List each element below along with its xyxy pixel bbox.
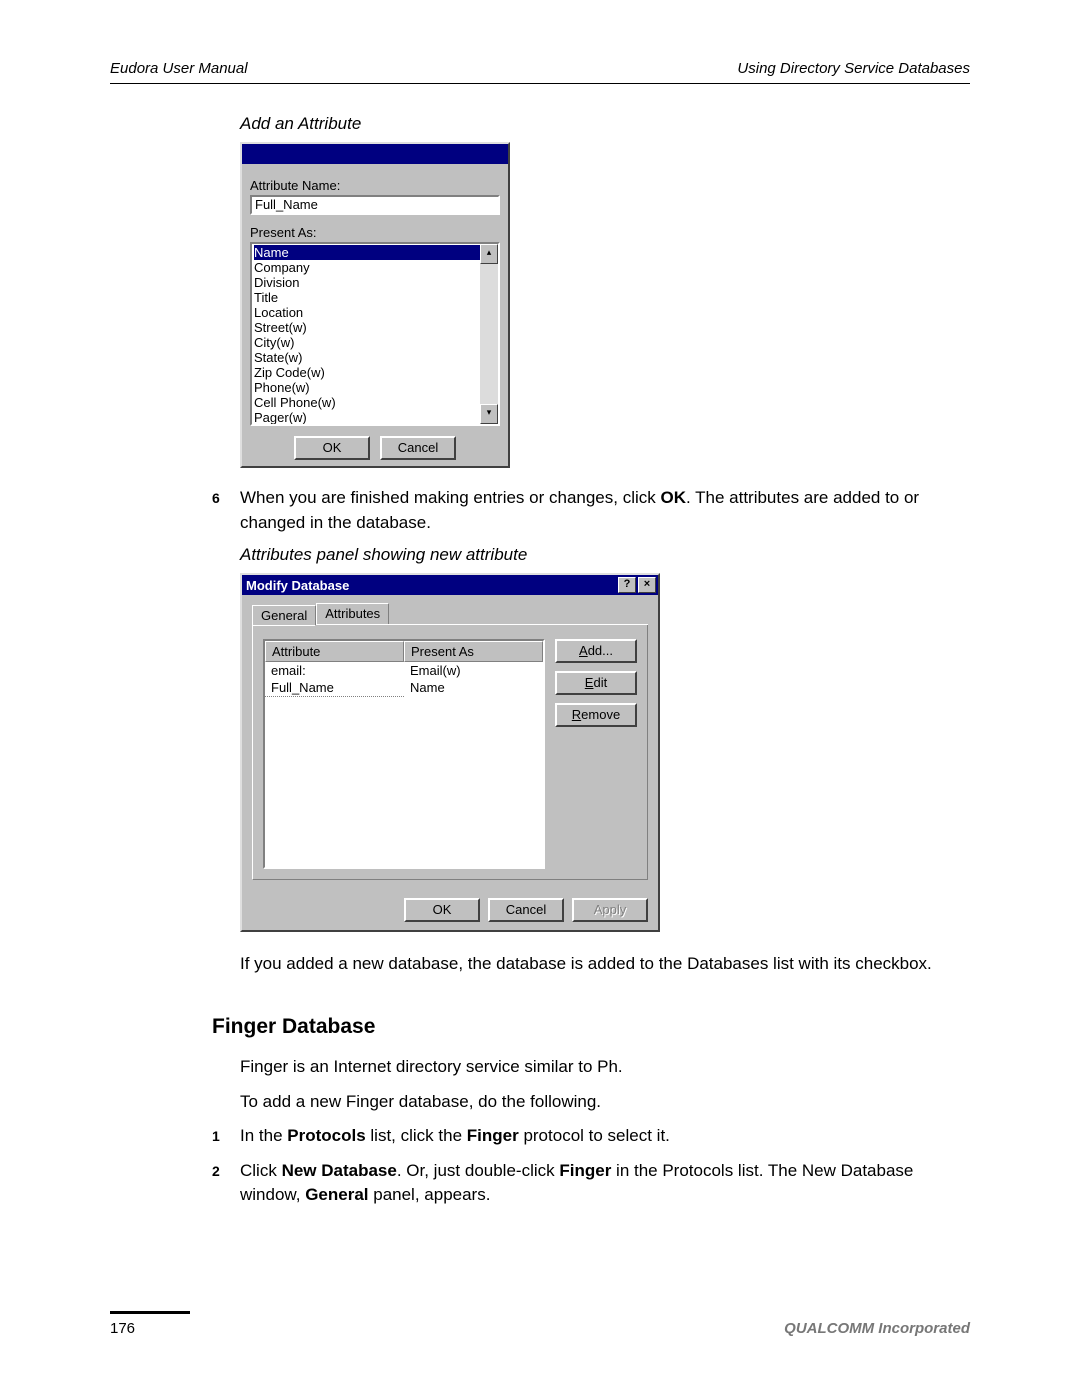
col-present-as[interactable]: Present As — [404, 641, 543, 662]
help-icon[interactable]: ? — [618, 577, 636, 593]
step-2: 2 Click New Database. Or, just double-cl… — [240, 1159, 970, 1208]
list-item[interactable]: Cell Phone(w) — [254, 395, 480, 410]
caption-attributes-panel: Attributes panel showing new attribute — [240, 545, 970, 565]
footer-corp: QUALCOMM Incorporated — [784, 1320, 970, 1337]
header-left: Eudora User Manual — [110, 60, 248, 77]
list-item[interactable]: Title — [254, 290, 480, 305]
list-item[interactable]: Name — [254, 245, 480, 260]
list-item[interactable]: Location — [254, 305, 480, 320]
dialog-title: Modify Database — [246, 578, 349, 593]
table-row[interactable]: Full_Name Name — [265, 679, 543, 697]
attributes-list[interactable]: Attribute Present As email: Email(w) Ful… — [263, 639, 545, 869]
page-number: 176 — [110, 1320, 135, 1337]
cancel-button[interactable]: Cancel — [380, 436, 456, 460]
list-item[interactable]: Street(w) — [254, 320, 480, 335]
step-1: 1 In the Protocols list, click the Finge… — [240, 1124, 970, 1149]
edit-button[interactable]: Edit — [555, 671, 637, 695]
scroll-down-icon[interactable]: ▾ — [480, 404, 498, 424]
ok-button[interactable]: OK — [404, 898, 480, 922]
tab-attributes[interactable]: Attributes — [316, 603, 389, 624]
scroll-up-icon[interactable]: ▴ — [480, 244, 498, 264]
dialog-titlebar: Modify Database ? × — [242, 575, 658, 595]
paragraph: If you added a new database, the databas… — [240, 952, 970, 977]
scrollbar[interactable]: ▴ ▾ — [480, 244, 498, 424]
caption-add-attribute: Add an Attribute — [240, 114, 970, 134]
list-item[interactable]: City(w) — [254, 335, 480, 350]
tab-strip: General Attributes — [252, 603, 648, 625]
paragraph: Finger is an Internet directory service … — [240, 1055, 970, 1080]
page-footer: 176 QUALCOMM Incorporated — [110, 1311, 970, 1337]
table-row[interactable]: email: Email(w) — [265, 662, 543, 679]
tab-general[interactable]: General — [252, 605, 316, 626]
close-icon[interactable]: × — [638, 577, 656, 593]
dialog-titlebar — [242, 144, 508, 164]
step-6: 6 When you are finished making entries o… — [240, 486, 970, 535]
list-item[interactable]: Zip Code(w) — [254, 365, 480, 380]
cancel-button[interactable]: Cancel — [488, 898, 564, 922]
present-as-label: Present As: — [250, 225, 500, 240]
list-item[interactable]: Phone(w) — [254, 380, 480, 395]
list-item[interactable]: Company — [254, 260, 480, 275]
list-item[interactable]: Pager(w) — [254, 410, 480, 424]
scroll-track[interactable] — [480, 264, 498, 404]
header-right: Using Directory Service Databases — [737, 60, 970, 77]
apply-button[interactable]: Apply — [572, 898, 648, 922]
list-item[interactable]: State(w) — [254, 350, 480, 365]
col-attribute[interactable]: Attribute — [265, 641, 404, 662]
attribute-name-label: Attribute Name: — [250, 178, 500, 193]
add-attribute-dialog: Attribute Name: Full_Name Present As: Na… — [240, 142, 510, 468]
paragraph: To add a new Finger database, do the fol… — [240, 1090, 970, 1115]
page-header: Eudora User Manual Using Directory Servi… — [110, 60, 970, 84]
present-as-listbox[interactable]: Name Company Division Title Location Str… — [250, 242, 500, 426]
add-button[interactable]: Add... — [555, 639, 637, 663]
remove-button[interactable]: Remove — [555, 703, 637, 727]
modify-database-dialog: Modify Database ? × General Attributes A… — [240, 573, 660, 932]
ok-button[interactable]: OK — [294, 436, 370, 460]
attribute-name-input[interactable]: Full_Name — [250, 195, 500, 215]
section-heading-finger: Finger Database — [212, 1015, 970, 1039]
list-item[interactable]: Division — [254, 275, 480, 290]
